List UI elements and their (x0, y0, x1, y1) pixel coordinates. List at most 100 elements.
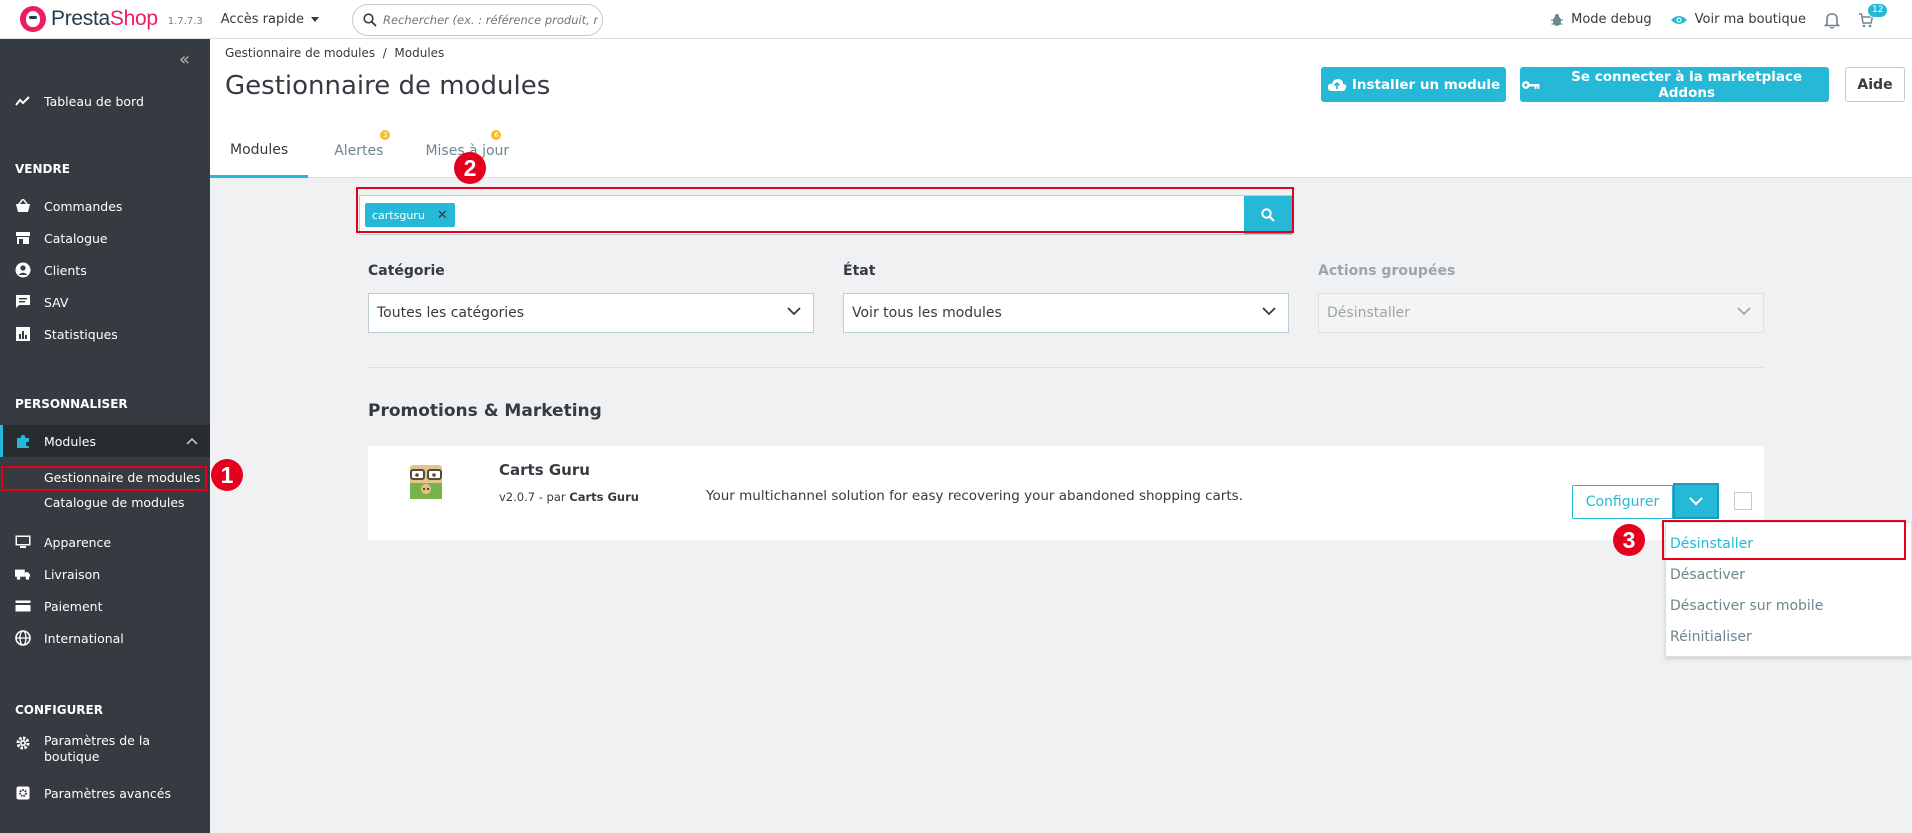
search-tag-label: cartsguru (372, 208, 425, 222)
sidebar: « Tableau de bord VENDRE Commandes Catal… (0, 39, 210, 833)
prestashop-logo-icon (20, 6, 46, 32)
module-name: Carts Guru (499, 461, 590, 479)
sidebar-item-label: SAV (44, 294, 69, 310)
search-icon (363, 13, 377, 27)
debug-mode-label: Mode debug (1571, 12, 1652, 27)
notifications-count-badge: 12 (1867, 2, 1889, 18)
help-button[interactable]: Aide (1845, 67, 1905, 102)
sidebar-item-label: Paiement (44, 598, 103, 614)
gear-icon (15, 735, 31, 751)
store-icon (15, 230, 31, 246)
annotation-number-3: 3 (1613, 524, 1645, 556)
sidebar-item-label: International (44, 630, 124, 646)
top-bar: PrestaShop 1.7.7.3 Accès rapide Mode deb… (0, 0, 1912, 39)
module-search-bar[interactable]: cartsguru ✕ (359, 195, 1293, 235)
sidebar-item-international[interactable]: International (0, 623, 210, 653)
sidebar-subitem-module-manager[interactable]: Gestionnaire de modules (44, 470, 200, 485)
search-icon (1261, 208, 1275, 222)
reset-action[interactable]: Réinitialiser (1670, 629, 1752, 645)
version-label: 1.7.7.3 (167, 15, 203, 27)
sidebar-item-advanced-parameters[interactable]: Paramètres avancés (0, 778, 210, 808)
section-configure: CONFIGURER (15, 703, 103, 717)
sidebar-item-dashboard[interactable]: Tableau de bord (0, 86, 210, 116)
tab-alerts[interactable]: Alertes 3 (308, 124, 405, 178)
shop-params-line1: Paramètres de la (44, 733, 150, 748)
logo-text: PrestaShop (51, 7, 158, 31)
category-select-value: Toutes les catégories (377, 305, 525, 321)
page-title: Gestionnaire de modules (225, 71, 551, 101)
sidebar-item-label: Modules (44, 433, 96, 449)
sidebar-item-payment[interactable]: Paiement (0, 591, 210, 621)
cog-box-icon (15, 785, 31, 801)
sidebar-item-orders[interactable]: Commandes (0, 191, 210, 221)
install-module-button[interactable]: Installer un module (1321, 67, 1506, 102)
tab-label: Modules (230, 141, 289, 158)
sidebar-item-service[interactable]: SAV (0, 287, 210, 317)
sidebar-item-customers[interactable]: Clients (0, 255, 210, 285)
sidebar-item-label: Livraison (44, 566, 101, 582)
remove-tag-icon[interactable]: ✕ (437, 208, 448, 223)
module-version: v2.0.7 - par (499, 490, 570, 504)
truck-icon (15, 566, 31, 582)
breadcrumb[interactable]: Gestionnaire de modules / Modules (225, 46, 444, 60)
credit-card-icon (15, 598, 31, 614)
connect-marketplace-button[interactable]: Se connecter à la marketplace Addons (1520, 67, 1829, 102)
orders-notifications[interactable]: 12 (1858, 2, 1889, 28)
sidebar-item-catalog[interactable]: Catalogue (0, 223, 210, 253)
globe-icon (15, 630, 31, 646)
disable-action[interactable]: Désactiver (1670, 567, 1745, 583)
chevron-down-icon (1689, 496, 1703, 506)
state-filter-label: État (843, 263, 876, 279)
disable-mobile-action[interactable]: Désactiver sur mobile (1670, 598, 1823, 614)
sidebar-item-design[interactable]: Apparence (0, 527, 210, 557)
bar-chart-icon (15, 326, 31, 342)
caret-down-icon (311, 16, 320, 22)
module-actions-toggle[interactable] (1673, 483, 1719, 519)
bulk-actions-select: Désinstaller (1318, 293, 1764, 333)
header-search[interactable] (352, 4, 603, 36)
notifications-bell[interactable] (1824, 11, 1840, 29)
chevron-down-icon (1262, 307, 1276, 316)
basket-icon (15, 198, 31, 214)
key-icon (1521, 80, 1540, 89)
module-card: Carts Guru v2.0.7 - par Carts Guru Your … (368, 446, 1764, 540)
cloud-upload-icon (1327, 78, 1347, 91)
section-sell: VENDRE (15, 162, 70, 176)
quick-access-label: Accès rapide (220, 11, 305, 27)
alerts-badge: 3 (380, 130, 391, 140)
state-select[interactable]: Voir tous les modules (843, 293, 1289, 333)
tab-label: Alertes (334, 143, 384, 159)
module-search-button[interactable] (1244, 196, 1292, 234)
view-shop-link[interactable]: Voir ma boutique (1670, 12, 1806, 27)
search-tag-chip: cartsguru ✕ (365, 203, 455, 227)
sidebar-item-shipping[interactable]: Livraison (0, 559, 210, 589)
chevron-down-icon (1737, 307, 1751, 316)
debug-mode-link[interactable]: Mode debug (1550, 12, 1652, 27)
monitor-icon (15, 534, 31, 550)
bug-icon (1551, 13, 1564, 26)
uninstall-action[interactable]: Désinstaller (1670, 536, 1753, 552)
sidebar-item-label: Clients (44, 262, 87, 278)
prestashop-logo[interactable]: PrestaShop 1.7.7.3 (20, 6, 203, 32)
install-module-label: Installer un module (1351, 76, 1501, 93)
annotation-number-1: 1 (211, 459, 243, 491)
logo-text-shop: Shop (109, 7, 158, 30)
connect-marketplace-label: Se connecter à la marketplace Addons (1571, 68, 1803, 101)
tab-modules[interactable]: Modules (210, 124, 309, 178)
configure-button[interactable]: Configurer (1572, 485, 1673, 519)
collapse-sidebar-icon[interactable]: « (179, 49, 190, 70)
sidebar-item-modules[interactable]: Modules (0, 425, 210, 457)
category-title: Promotions & Marketing (368, 401, 602, 421)
sidebar-item-label: Statistiques (44, 326, 118, 342)
sidebar-item-shop-parameters[interactable]: Paramètres de la boutique (0, 733, 210, 773)
sidebar-item-stats[interactable]: Statistiques (0, 319, 210, 349)
header-search-input[interactable] (383, 13, 598, 27)
sidebar-item-label: Commandes (44, 198, 123, 214)
bulk-actions-value: Désinstaller (1327, 305, 1410, 321)
module-select-checkbox[interactable] (1734, 492, 1752, 510)
sidebar-subitem-module-catalog[interactable]: Catalogue de modules (44, 495, 185, 510)
category-select[interactable]: Toutes les catégories (368, 293, 814, 333)
quick-access-menu[interactable]: Accès rapide (220, 11, 320, 27)
sidebar-item-label: Tableau de bord (44, 93, 144, 109)
sidebar-item-label: Catalogue (44, 230, 108, 246)
